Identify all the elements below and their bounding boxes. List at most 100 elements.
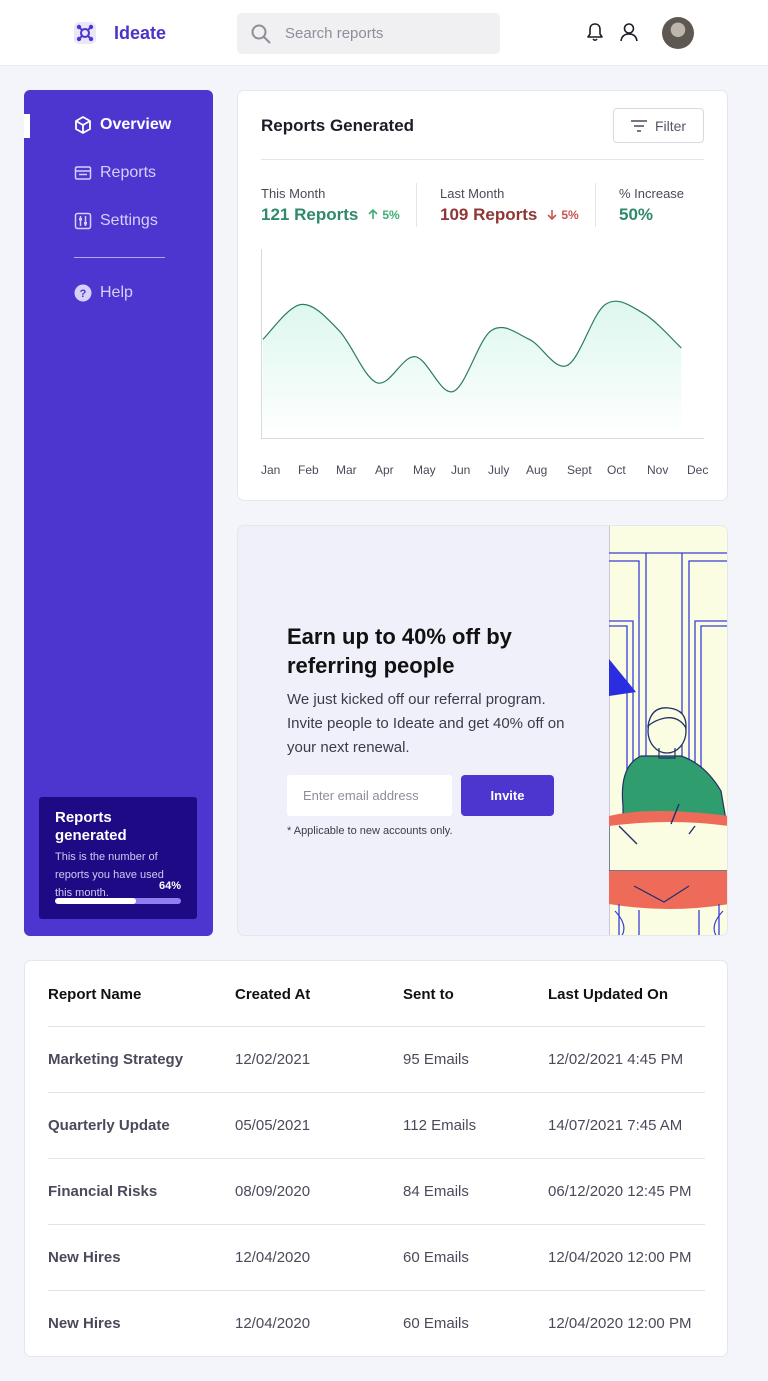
search-input[interactable]: [285, 25, 485, 42]
month-label: July: [488, 463, 510, 477]
sidebar-item-settings[interactable]: Settings: [74, 212, 158, 230]
arrow-up-icon: [368, 209, 378, 219]
cell-last-updated: 14/07/2021 7:45 AM: [548, 1117, 683, 1134]
help-icon: ?: [74, 284, 92, 302]
cell-last-updated: 12/04/2020 12:00 PM: [548, 1249, 692, 1266]
stat-value: 50%: [619, 205, 684, 225]
svg-text:?: ?: [80, 288, 87, 300]
sliders-icon: [74, 212, 92, 230]
column-header-last-updated[interactable]: Last Updated On: [548, 986, 668, 1003]
month-label: Feb: [298, 463, 319, 477]
table-row[interactable]: Quarterly Update 05/05/2021 112 Emails 1…: [48, 1092, 705, 1158]
cell-created-at: 05/05/2021: [235, 1117, 311, 1134]
table-row[interactable]: New Hires 12/04/2020 60 Emails 12/04/202…: [48, 1224, 705, 1290]
stat-change: 5%: [368, 207, 400, 222]
arrow-down-icon: [547, 210, 557, 220]
month-label: Mar: [336, 463, 357, 477]
sidebar-item-label: Settings: [100, 212, 158, 229]
user-icon[interactable]: [619, 22, 639, 42]
search-bar[interactable]: [237, 13, 500, 54]
month-label: Jan: [261, 463, 281, 477]
filter-label: Filter: [654, 117, 687, 134]
month-label: Jun: [451, 463, 471, 477]
cell-created-at: 12/04/2020: [235, 1249, 311, 1266]
sidebar-item-overview[interactable]: Overview: [74, 116, 171, 134]
month-label: Aug: [526, 463, 548, 477]
month-label: Dec: [687, 463, 709, 477]
email-input[interactable]: [287, 775, 452, 816]
sidebar-item-label: Help: [100, 284, 133, 301]
column-header-created-at[interactable]: Created At: [235, 986, 310, 1003]
cell-last-updated: 12/02/2021 4:45 PM: [548, 1051, 684, 1068]
usage-percent: 64%: [158, 880, 181, 892]
app-logo[interactable]: Ideate: [74, 20, 166, 46]
stat-change-text: 5%: [382, 207, 400, 222]
month-label: May: [413, 463, 436, 477]
stat-separator: [416, 183, 417, 227]
stat-value-text: 109 Reports: [440, 205, 538, 224]
stat-increase: % Increase 50%: [619, 186, 684, 225]
bell-icon[interactable]: [586, 22, 604, 42]
logo-icon: [74, 22, 96, 44]
sidebar-item-help[interactable]: ? Help: [74, 284, 133, 302]
referral-illustration: [609, 526, 727, 935]
reports-card: Reports Generated Filter This Month 121 …: [237, 90, 728, 501]
stat-this-month: This Month 121 Reports 5%: [261, 186, 400, 225]
sidebar-item-label: Reports: [100, 164, 157, 181]
cell-created-at: 12/04/2020: [235, 1315, 311, 1332]
avatar[interactable]: [662, 17, 694, 49]
column-header-sent-to[interactable]: Sent to: [403, 986, 454, 1003]
stat-label: This Month: [261, 186, 326, 201]
filter-icon: [630, 119, 647, 132]
referral-description: We just kicked off our referral program.…: [287, 691, 565, 756]
reports-icon: [74, 166, 92, 180]
stat-value-text: 121 Reports: [261, 205, 359, 224]
reports-card-title: Reports Generated: [261, 116, 415, 135]
usage-progress-fill: [55, 898, 136, 904]
stat-value: 121 Reports 5%: [261, 205, 400, 225]
sidebar-item-reports[interactable]: Reports: [74, 164, 156, 182]
cell-created-at: 08/09/2020: [235, 1183, 311, 1200]
usage-card-title: Reports generated: [55, 809, 127, 844]
reports-area-chart: [261, 249, 704, 439]
chart-area: [262, 301, 682, 438]
cell-report-name: New Hires: [48, 1315, 121, 1332]
stat-label: % Increase: [619, 186, 685, 201]
month-label: Apr: [375, 463, 394, 477]
filter-button[interactable]: Filter: [613, 108, 704, 143]
stat-last-month: Last Month 109 Reports 5%: [440, 186, 579, 225]
cell-report-name: Financial Risks: [48, 1183, 158, 1200]
cube-icon: [75, 116, 91, 134]
cell-sent-to: 112 Emails: [403, 1117, 477, 1134]
cell-sent-to: 60 Emails: [403, 1315, 469, 1332]
cell-report-name: Quarterly Update: [48, 1117, 170, 1134]
invite-button[interactable]: Invite: [461, 775, 554, 816]
referral-note: * Applicable to new accounts only.: [287, 825, 453, 837]
cell-sent-to: 95 Emails: [403, 1051, 469, 1068]
cell-last-updated: 06/12/2020 12:45 PM: [548, 1183, 692, 1200]
month-label: Sept: [567, 463, 592, 477]
sidebar: Overview Reports Settings ? Help Reports…: [24, 90, 213, 936]
referral-title: Earn up to 40% off by referring people: [287, 624, 512, 678]
search-icon: [251, 24, 271, 43]
usage-card-description: This is the number of reports you have u…: [55, 851, 164, 899]
table-row[interactable]: Financial Risks 08/09/2020 84 Emails 06/…: [48, 1158, 705, 1224]
cell-report-name: Marketing Strategy: [48, 1051, 184, 1068]
cell-sent-to: 84 Emails: [403, 1183, 469, 1200]
sidebar-item-label: Overview: [100, 116, 172, 133]
column-header-report-name[interactable]: Report Name: [48, 986, 141, 1003]
stat-change: 5%: [547, 208, 579, 222]
app-name: Ideate: [114, 23, 167, 43]
usage-progress-bar: [55, 898, 181, 904]
reports-table: Report Name Created At Sent to Last Upda…: [24, 960, 728, 1357]
stat-value: 109 Reports 5%: [440, 205, 579, 225]
cell-last-updated: 12/04/2020 12:00 PM: [548, 1315, 692, 1332]
active-indicator: [24, 114, 30, 138]
table-row[interactable]: New Hires 12/04/2020 60 Emails 12/04/202…: [48, 1290, 705, 1356]
stat-label: Last Month: [440, 186, 505, 201]
usage-card: Reports generated This is the number of …: [39, 797, 197, 919]
month-label: Nov: [647, 463, 669, 477]
stat-separator: [595, 183, 596, 227]
month-label: Oct: [607, 463, 626, 477]
table-row[interactable]: Marketing Strategy 12/02/2021 95 Emails …: [48, 1026, 705, 1092]
